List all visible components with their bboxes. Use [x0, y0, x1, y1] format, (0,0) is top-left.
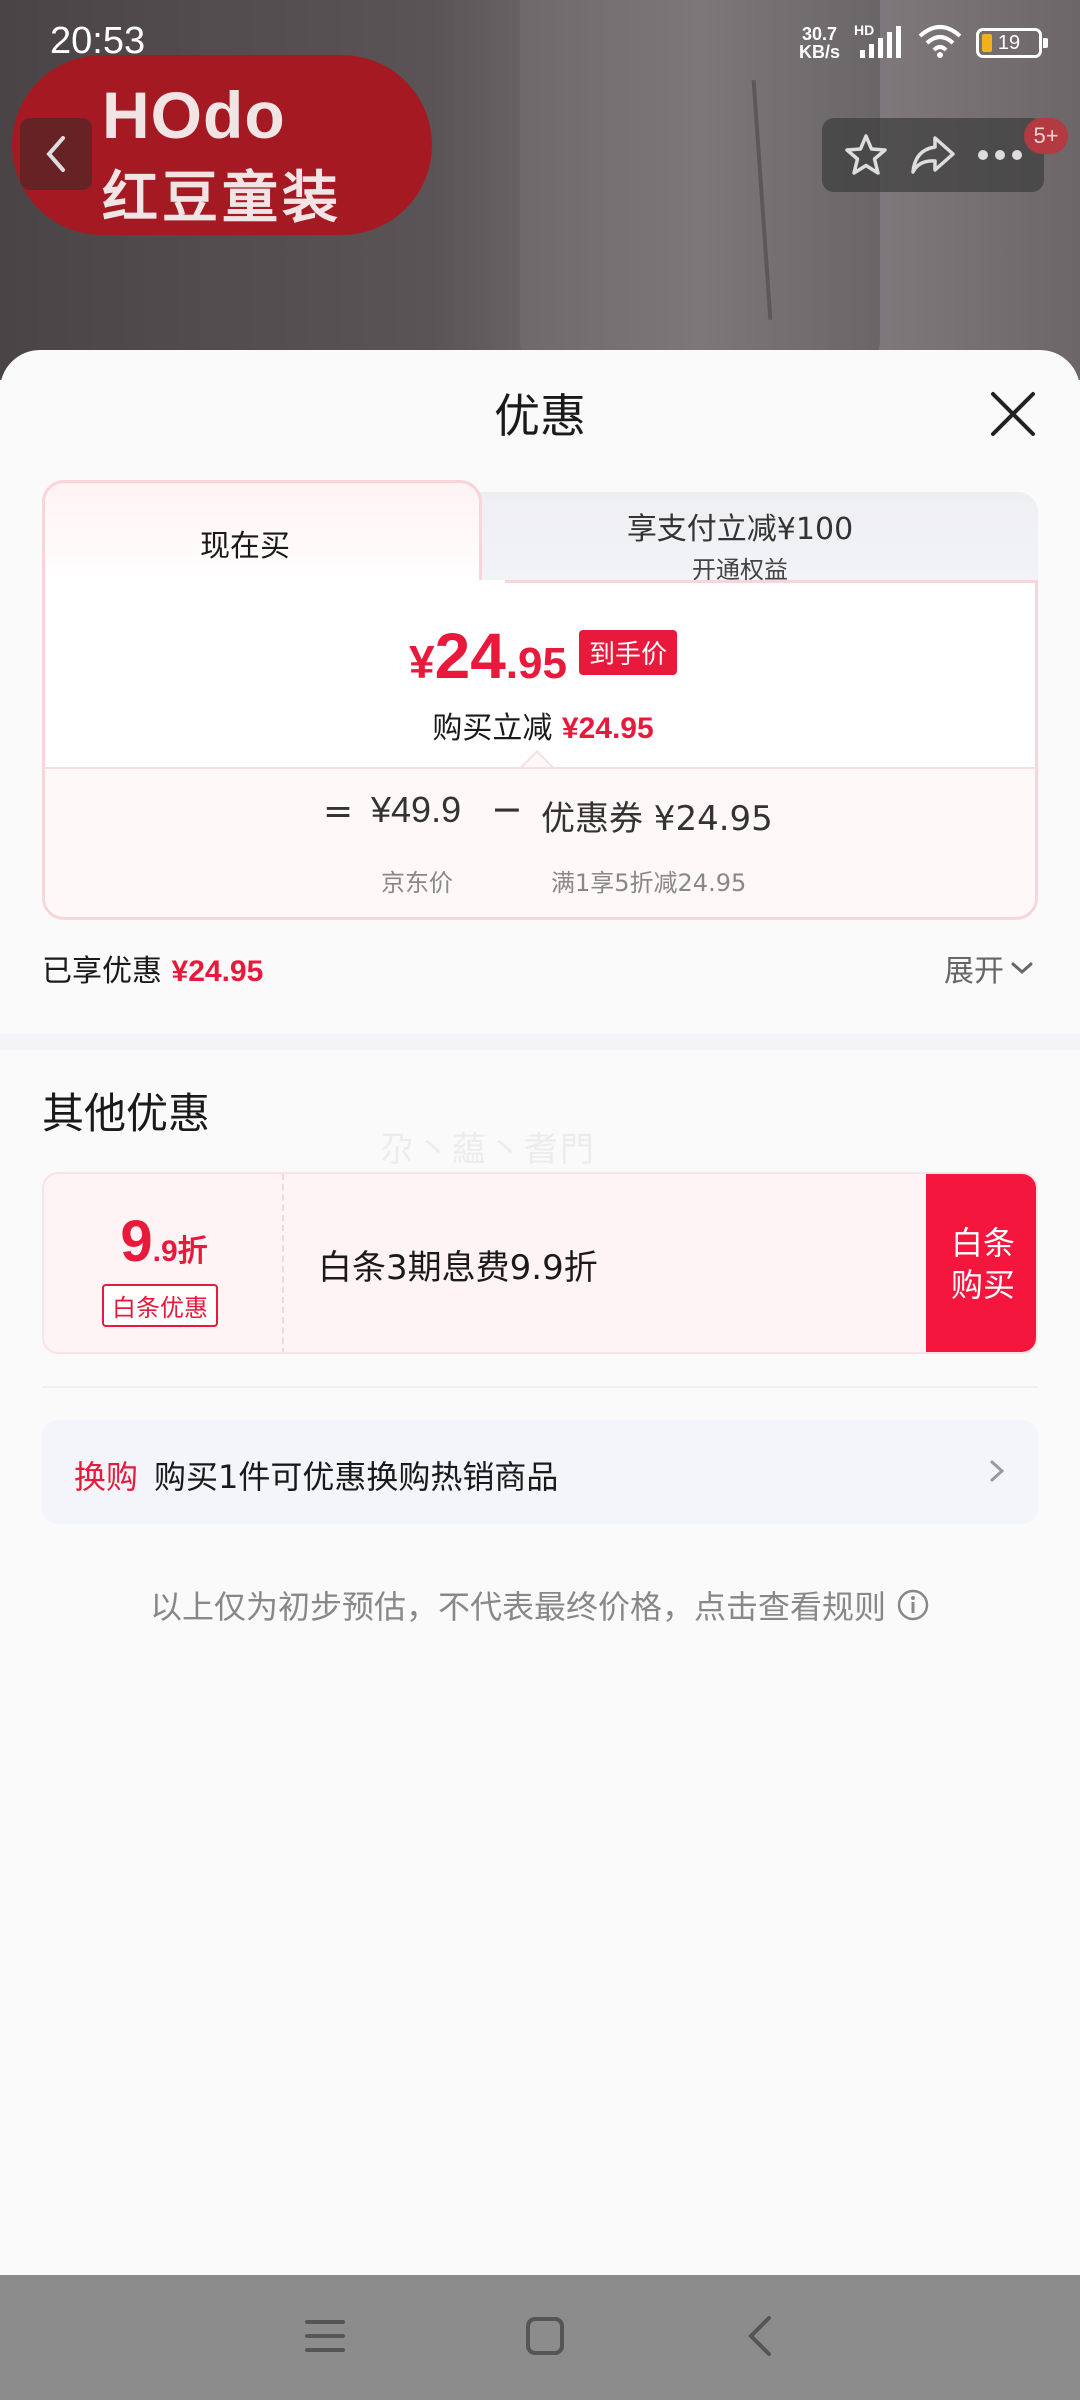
price-breakdown: ¥24.95 到手价 购买立减 ¥24.95 = ¥49.9 − 优惠券 ¥24… [42, 580, 1038, 920]
baitiao-buy-line1: 白条 [950, 1224, 1015, 1262]
top-action-group [822, 118, 1044, 192]
final-price-value: ¥24.95 [409, 620, 567, 692]
system-back-button[interactable] [745, 2314, 775, 2362]
chevron-right-icon [990, 1460, 1005, 1482]
other-discounts-title: 其他优惠 [42, 1089, 211, 1138]
back-arrow-icon [46, 136, 65, 172]
more-button[interactable] [972, 127, 1028, 183]
baitiao-buy-button[interactable]: 白条 购买 [926, 1174, 1036, 1352]
net-speed-unit: KB/s [798, 42, 840, 62]
price-tab-card: 享支付立减¥100 开通权益 ¥24.95 到手价 购买立减 ¥24.95 = … [42, 480, 1038, 920]
price-calculation: = ¥49.9 − 优惠券 ¥24.95 京东价 满1享5折减24.95 [45, 767, 1035, 917]
system-navigation-bar [0, 2275, 1080, 2400]
info-icon [897, 1589, 929, 1621]
home-button[interactable] [525, 2316, 565, 2360]
message-badge: 5+ [1024, 118, 1068, 154]
promo-tag: 白条优惠 [102, 1284, 218, 1327]
tab-payment-discount-label: 享支付立减¥100 [626, 512, 854, 547]
star-icon [844, 134, 887, 175]
menu-icon [305, 2319, 345, 2352]
enjoyed-discount: 已享优惠 ¥24.95 [42, 946, 263, 990]
expand-label: 展开 [944, 954, 1004, 989]
promo-rate: 9.9折 [120, 1209, 208, 1274]
menu-button[interactable] [305, 2318, 345, 2358]
calc-minus: − [491, 787, 523, 831]
rules-disclaimer-text: 以上仅为初步预估，不代表最终价格，点击查看规则 [149, 1588, 886, 1626]
hd-label: HD [854, 22, 875, 38]
exchange-tag: 换购 [74, 1458, 139, 1496]
rules-disclaimer[interactable]: 以上仅为初步预估，不代表最终价格，点击查看规则 [0, 1582, 1080, 1628]
back-icon [748, 2315, 771, 2356]
close-button[interactable] [985, 386, 1041, 442]
watermark: 尕丶藴丶耆門 [380, 1130, 596, 1170]
coupon-rule-label: 满1享5折减24.95 [551, 869, 747, 897]
purchase-reduction-label: 购买立减 [432, 711, 553, 746]
close-icon [991, 392, 1035, 436]
wifi-icon [918, 24, 962, 62]
discount-sheet: 优惠 享支付立减¥100 开通权益 ¥24.95 到手价 购买立减 ¥24.95… [0, 350, 1080, 2275]
exchange-row[interactable]: 换购 购买1件可优惠换购热销商品 [42, 1420, 1038, 1524]
favorite-button[interactable] [838, 127, 894, 183]
share-button[interactable] [905, 127, 961, 183]
tab-buy-now-label: 现在买 [200, 529, 290, 564]
purchase-reduction-value: ¥24.95 [561, 712, 654, 745]
section-separator [0, 1034, 1080, 1050]
divider [42, 1386, 1038, 1388]
purchase-reduction: 购买立减 ¥24.95 [45, 703, 1041, 747]
baitiao-promo-card: 9.9折 白条优惠 白条3期息费9.9折 白条购买 [42, 1172, 1038, 1354]
final-price: ¥24.95 到手价 [45, 619, 1041, 693]
back-button[interactable] [20, 118, 92, 190]
final-price-tag: 到手价 [578, 630, 677, 675]
jd-price-label: 京东价 [381, 869, 453, 897]
enjoyed-discount-value: ¥24.95 [171, 955, 264, 988]
enjoyed-discount-label: 已享优惠 [42, 954, 162, 989]
brand-logo-chinese: 红豆童装 [102, 166, 342, 231]
status-icons: 30.7 KB/s HD 19 [799, 22, 1048, 62]
expand-button[interactable]: 展开 [944, 946, 1034, 990]
share-icon [911, 136, 955, 174]
signal-icon: HD [854, 22, 904, 60]
chevron-down-icon [1011, 962, 1033, 975]
more-icon [978, 150, 1023, 160]
battery-level: 19 [997, 31, 1021, 54]
net-speed-value: 30.7 [801, 24, 838, 44]
battery-icon: 19 [976, 28, 1048, 58]
jd-price-value: ¥49.9 [371, 789, 462, 830]
status-time: 20:53 [50, 20, 146, 62]
exchange-text: 购买1件可优惠换购热销商品 [154, 1458, 559, 1496]
net-speed: 30.7 KB/s [799, 25, 840, 61]
status-bar: 20:53 30.7 KB/s HD 19 [0, 0, 1080, 90]
promo-description: 白条3期息费9.9折 [318, 1248, 598, 1288]
coupon-value: 优惠券 ¥24.95 [541, 799, 773, 839]
baitiao-buy-line2: 购买 [950, 1266, 1015, 1304]
tab-buy-now[interactable]: 现在买 [42, 480, 482, 586]
sheet-title: 优惠 [494, 389, 586, 443]
calc-equals: = [323, 791, 354, 832]
home-icon [526, 2316, 564, 2355]
promo-rate-block: 9.9折 白条优惠 [44, 1174, 284, 1352]
